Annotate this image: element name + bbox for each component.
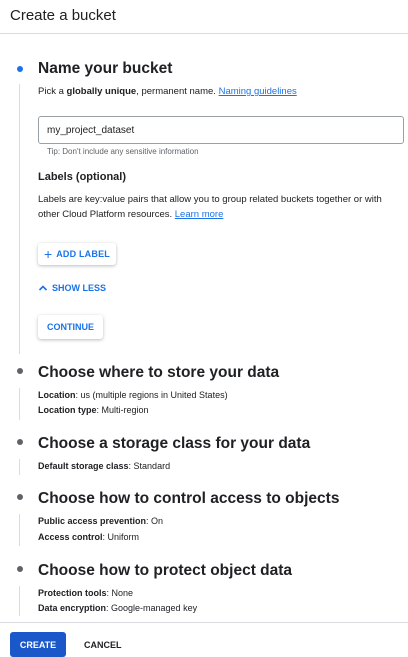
summary-key: Location [38,390,76,400]
step-indicator-storage [17,439,23,445]
chevron-up-icon [38,285,48,291]
summary-key: Data encryption [38,603,107,613]
summary-key: Default storage class [38,461,129,471]
summary-key: Location type [38,405,97,415]
step-connector [19,514,20,546]
input-tip: Tip: Don't include any sensitive informa… [47,147,199,156]
continue-text: CONTINUE [47,322,94,332]
plus-icon: + [44,246,53,262]
step-title-access[interactable]: Choose how to control access to objects [38,490,339,508]
bucket-name-input[interactable] [39,117,403,143]
bucket-name-field[interactable] [38,116,404,144]
dialog-footer: CREATE CANCEL [0,622,408,657]
summary-key: Protection tools [38,588,107,598]
summary-value: : Google-managed key [106,603,198,613]
access-control-summary: Access control: Uniform [38,532,139,542]
step-title-protect[interactable]: Choose how to protect object data [38,562,292,580]
show-less-text: SHOW LESS [52,283,107,293]
step-indicator-access [17,494,23,500]
desc-text: , permanent name. [136,86,219,97]
summary-value: : us (multiple regions in United States) [75,390,228,400]
labels-heading: Labels (optional) [38,171,126,183]
step-indicator-name [17,66,23,72]
add-label-text: ADD LABEL [56,249,110,259]
summary-key: Public access prevention [38,516,147,526]
page-title: Create a bucket [10,7,116,24]
step-connector [19,84,20,354]
summary-value: : None [106,588,134,598]
labels-description: Labels are key:value pairs that allow yo… [38,192,404,222]
add-label-button[interactable]: + ADD LABEL [38,243,116,265]
location-summary: Location: us (multiple regions in United… [38,390,228,400]
summary-value: : Multi-region [96,405,149,415]
cancel-button[interactable]: CANCEL [78,632,128,657]
desc-text: Pick a [38,86,67,97]
step-title-location[interactable]: Choose where to store your data [38,364,279,382]
summary-value: : Uniform [102,532,140,542]
step-connector [19,586,20,616]
create-button[interactable]: CREATE [10,632,66,657]
step-indicator-protect [17,566,23,572]
location-type-summary: Location type: Multi-region [38,405,149,415]
encryption-summary: Data encryption: Google-managed key [38,603,197,613]
step-connector [19,459,20,475]
protection-tools-summary: Protection tools: None [38,588,133,598]
learn-more-link[interactable]: Learn more [175,209,224,220]
step-title-storage[interactable]: Choose a storage class for your data [38,435,310,453]
continue-button[interactable]: CONTINUE [38,315,103,339]
dialog-header: Create a bucket [0,0,408,34]
step-title-name[interactable]: Name your bucket [38,60,172,78]
storage-class-summary: Default storage class: Standard [38,461,170,471]
show-less-toggle[interactable]: SHOW LESS [38,283,106,293]
naming-guidelines-link[interactable]: Naming guidelines [219,86,297,97]
desc-bold: globally unique [66,86,137,97]
summary-value: : On [146,516,164,526]
name-description: Pick a globally unique, permanent name. … [38,86,297,97]
summary-value: : Standard [128,461,171,471]
step-indicator-location [17,368,23,374]
summary-key: Access control [38,532,103,542]
step-connector [19,388,20,420]
public-access-summary: Public access prevention: On [38,516,163,526]
